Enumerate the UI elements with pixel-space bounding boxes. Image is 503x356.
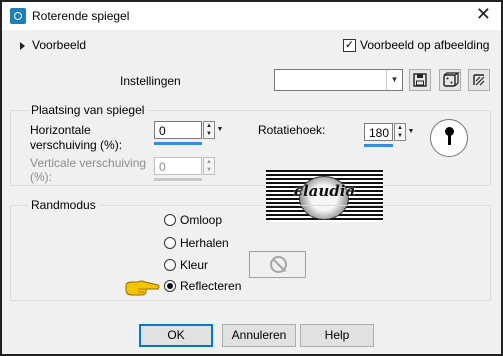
- rotation-angle-dropdown-icon[interactable]: ▼: [407, 123, 415, 141]
- close-icon[interactable]: ✕: [476, 5, 491, 25]
- horizontal-offset-label: Horizontale: [30, 123, 91, 137]
- help-button[interactable]: Help: [300, 324, 374, 347]
- dice-icon: [443, 72, 460, 87]
- expand-triangle-icon[interactable]: [20, 42, 25, 50]
- horizontal-offset-input[interactable]: 0: [154, 121, 202, 139]
- dialog-window: Roterende spiegel ✕ Voorbeeld ✓ Voorbeel…: [0, 0, 503, 356]
- vertical-offset-value: 0: [159, 160, 166, 174]
- radio-reflecteren-label[interactable]: Reflecteren: [180, 279, 241, 293]
- radio-kleur[interactable]: [164, 259, 176, 271]
- preview-on-image-label[interactable]: Voorbeeld op afbeelding: [360, 38, 489, 52]
- radio-herhalen[interactable]: [164, 237, 176, 249]
- rotation-angle-stepper[interactable]: ▲ ▼: [394, 123, 406, 141]
- placement-group-label: Plaatsing van spiegel: [28, 103, 148, 117]
- rotation-angle-input[interactable]: 180: [364, 123, 393, 141]
- app-icon: [10, 8, 26, 24]
- dial-knob: [445, 127, 454, 136]
- preview-on-image-checkbox[interactable]: ✓: [343, 39, 356, 52]
- title-bar: Roterende spiegel ✕: [2, 2, 501, 30]
- rotation-angle-slider[interactable]: [364, 144, 393, 147]
- preview-toggle-label[interactable]: Voorbeeld: [32, 38, 86, 52]
- no-color-icon: [270, 256, 287, 273]
- radio-reflecteren[interactable]: [164, 280, 176, 292]
- vertical-offset-label: Verticale verschuiving: [30, 156, 147, 170]
- horizontal-offset-value: 0: [159, 124, 166, 138]
- randomize-button[interactable]: [439, 69, 461, 91]
- vertical-offset-slider: [154, 178, 202, 181]
- window-title: Roterende spiegel: [32, 9, 130, 23]
- horizontal-offset-stepper[interactable]: ▲ ▼: [203, 121, 215, 139]
- save-settings-button[interactable]: [409, 69, 431, 91]
- settings-label: Instellingen: [120, 74, 181, 88]
- reset-button[interactable]: [468, 69, 490, 91]
- reset-icon: [473, 74, 485, 86]
- chevron-down-icon[interactable]: ▼: [386, 70, 402, 90]
- rotation-angle-value: 180: [369, 126, 390, 140]
- radio-omloop[interactable]: [164, 214, 176, 226]
- save-icon: [413, 73, 427, 87]
- radio-omloop-label[interactable]: Omloop: [180, 213, 222, 227]
- watermark-text: claudia: [293, 182, 356, 200]
- vertical-offset-label-2: (%):: [30, 170, 52, 184]
- pointing-hand-icon: [125, 280, 160, 296]
- edge-mode-group-label: Randmodus: [28, 198, 99, 212]
- color-swatch-disabled: [249, 251, 306, 278]
- radio-herhalen-label[interactable]: Herhalen: [180, 236, 229, 250]
- horizontal-offset-slider[interactable]: [154, 142, 202, 145]
- vertical-offset-input: 0: [154, 157, 202, 175]
- rotation-dial[interactable]: [430, 119, 468, 157]
- rotation-angle-label: Rotatiehoek:: [258, 123, 326, 137]
- horizontal-offset-dropdown-icon[interactable]: ▼: [216, 121, 224, 139]
- horizontal-offset-label-2: verschuiving (%):: [30, 138, 123, 152]
- cancel-button[interactable]: Annuleren: [222, 324, 296, 347]
- radio-kleur-label[interactable]: Kleur: [180, 258, 208, 272]
- settings-combobox[interactable]: ▼: [274, 69, 403, 91]
- ok-button[interactable]: OK: [139, 324, 213, 347]
- vertical-offset-stepper: ▲ ▼: [203, 157, 215, 175]
